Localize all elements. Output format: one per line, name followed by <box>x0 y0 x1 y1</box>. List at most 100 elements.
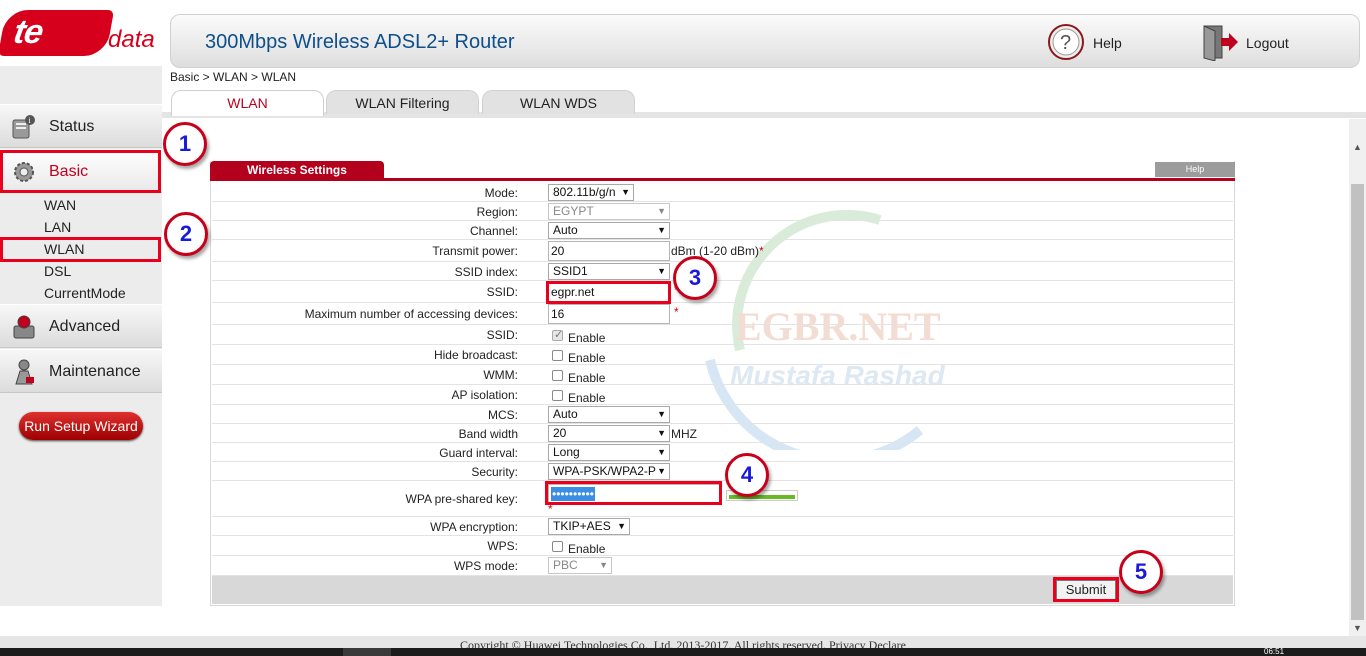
hide-broadcast-label: Hide broadcast: <box>433 348 518 362</box>
wps-mode-value: PBC <box>553 558 578 572</box>
callout-2: 2 <box>164 212 208 256</box>
header: 300Mbps Wireless ADSL2+ Router ? Help Lo… <box>170 14 1360 68</box>
band-width-value: 20 <box>553 426 567 440</box>
region-select[interactable]: EGYPT ▼ <box>548 203 670 220</box>
security-select[interactable]: WPA-PSK/WPA2-P ▼ <box>548 463 670 480</box>
row-region: Region: EGYPT ▼ <box>212 202 1233 221</box>
row-ssid-enable: SSID: Enable <box>212 325 1233 345</box>
transmit-power-label: Transmit power: <box>432 244 518 258</box>
sidebar-item-maintenance[interactable]: Maintenance <box>0 349 162 393</box>
mode-value: 802.11b/g/n <box>553 185 616 199</box>
tab-wlan-wds[interactable]: WLAN WDS <box>482 90 635 114</box>
row-mcs: MCS: Auto ▼ <box>212 405 1233 424</box>
highlight-wlan <box>0 237 161 262</box>
help-icon: ? <box>1048 24 1084 60</box>
band-width-unit: MHZ <box>671 427 697 441</box>
scroll-up-icon[interactable]: ▲ <box>1349 139 1366 155</box>
callout-3: 3 <box>673 256 717 300</box>
row-wps: WPS: Enable <box>212 536 1233 556</box>
scroll-down-icon[interactable]: ▼ <box>1349 620 1366 636</box>
taskbar-button[interactable] <box>343 648 391 656</box>
guard-interval-select[interactable]: Long ▼ <box>548 444 670 461</box>
row-hide-broadcast: Hide broadcast: Enable <box>212 345 1233 365</box>
ssid-enable-option: Enable <box>568 331 606 345</box>
chevron-down-icon: ▼ <box>657 206 666 216</box>
ssid-index-value: SSID1 <box>553 264 588 278</box>
taskbar <box>0 648 1366 656</box>
wmm-checkbox[interactable] <box>552 370 563 381</box>
logout-button[interactable]: Logout <box>1201 23 1311 61</box>
scrollbar-thumb[interactable] <box>1351 184 1364 620</box>
band-width-select[interactable]: 20 ▼ <box>548 425 670 442</box>
logo-suffix: data <box>108 26 155 53</box>
wps-mode-label: WPS mode: <box>453 559 518 573</box>
wmm-option: Enable <box>568 371 606 385</box>
taskbar-clock: 06:51 <box>1264 647 1285 656</box>
region-label: Region: <box>476 205 518 219</box>
wps-mode-select[interactable]: PBC ▼ <box>548 557 612 574</box>
chevron-down-icon: ▼ <box>657 225 666 235</box>
sidebar-item-dsl[interactable]: DSL <box>0 260 162 282</box>
highlight-ssid <box>546 281 671 304</box>
guard-interval-label: Guard interval: <box>439 446 518 460</box>
mcs-value: Auto <box>553 407 578 421</box>
sidebar-item-wan[interactable]: WAN <box>0 194 162 216</box>
ssid-label: SSID: <box>486 285 518 299</box>
chevron-down-icon: ▼ <box>657 409 666 419</box>
logo-mark: te <box>0 10 115 56</box>
wpa-encryption-select[interactable]: TKIP+AES ▼ <box>548 518 630 535</box>
region-value: EGYPT <box>553 204 594 218</box>
tab-wlan-filtering[interactable]: WLAN Filtering <box>326 90 479 114</box>
transmit-power-unit-text: dBm (1-20 dBm) <box>671 244 760 258</box>
sidebar-item-advanced-label: Advanced <box>49 318 121 335</box>
row-guard-interval: Guard interval: Long ▼ <box>212 443 1233 462</box>
router-title: 300Mbps Wireless ADSL2+ Router <box>205 31 515 53</box>
help-button[interactable]: ? Help <box>1047 23 1157 61</box>
sidebar-item-advanced[interactable]: Advanced <box>0 304 162 348</box>
ssid-enable-label: SSID: <box>486 328 518 342</box>
panel-title-bar <box>210 178 1235 181</box>
logout-icon <box>1203 25 1238 61</box>
mode-select[interactable]: 802.11b/g/n ▼ <box>548 184 634 201</box>
row-band-width: Band width 20 ▼ MHZ <box>212 424 1233 443</box>
max-devices-label: Maximum number of accessing devices: <box>304 307 518 321</box>
mcs-select[interactable]: Auto ▼ <box>548 406 670 423</box>
ssid-enable-checkbox[interactable] <box>552 328 563 341</box>
maintenance-icon <box>15 359 34 385</box>
row-channel: Channel: Auto ▼ <box>212 221 1233 240</box>
chevron-down-icon: ▼ <box>657 466 666 476</box>
logout-label: Logout <box>1246 35 1289 51</box>
wps-checkbox[interactable] <box>552 541 563 552</box>
callout-1: 1 <box>163 122 207 166</box>
max-devices-input[interactable]: 16 <box>548 304 670 324</box>
chevron-down-icon: ▼ <box>657 266 666 276</box>
hide-broadcast-checkbox[interactable] <box>552 350 563 361</box>
sidebar-item-lan[interactable]: LAN <box>0 216 162 238</box>
wmm-label: WMM: <box>483 368 518 382</box>
panel-help-button[interactable]: Help <box>1155 162 1235 177</box>
wps-label: WPS: <box>487 539 518 553</box>
mcs-label: MCS: <box>488 408 518 422</box>
channel-value: Auto <box>553 223 578 237</box>
sidebar-item-status[interactable]: i Status <box>0 104 162 148</box>
chevron-down-icon: ▼ <box>621 187 630 197</box>
ssid-index-select[interactable]: SSID1 ▼ <box>548 263 670 280</box>
ap-isolation-checkbox[interactable] <box>552 390 563 401</box>
channel-select[interactable]: Auto ▼ <box>548 222 670 239</box>
transmit-power-input[interactable]: 20 <box>548 241 670 261</box>
highlight-basic <box>0 150 161 193</box>
mode-label: Mode: <box>484 186 518 200</box>
sidebar-item-currentmode[interactable]: CurrentMode <box>0 282 162 304</box>
tab-wlan[interactable]: WLAN <box>171 90 324 116</box>
row-wpa-key: WPA pre-shared key: •••••••••• * <box>212 481 1233 517</box>
row-wpa-encryption: WPA encryption: TKIP+AES ▼ <box>212 517 1233 536</box>
wps-option: Enable <box>568 542 606 556</box>
row-transmit-power: Transmit power: 20 dBm (1-20 dBm)* <box>212 240 1233 262</box>
run-setup-wizard-button[interactable]: Run Setup Wizard <box>19 412 143 440</box>
row-mode: Mode: 802.11b/g/n ▼ <box>212 183 1233 202</box>
row-wps-mode: WPS mode: PBC ▼ <box>212 556 1233 576</box>
chevron-down-icon: ▼ <box>617 521 626 531</box>
panel-title: Wireless Settings <box>210 161 384 179</box>
wpa-encryption-label: WPA encryption: <box>430 520 518 534</box>
band-width-label: Band width <box>458 427 518 441</box>
